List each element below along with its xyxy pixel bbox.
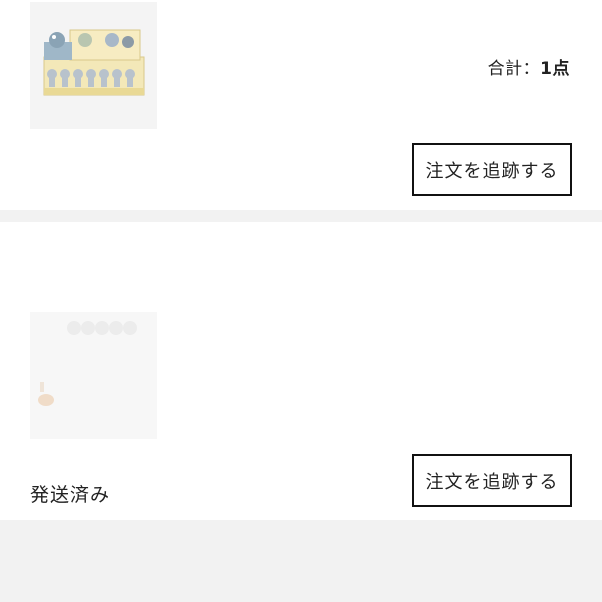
product-box-image-icon	[30, 2, 157, 129]
track-order-button[interactable]: 注文を追跡する	[412, 143, 572, 196]
total-count: 1点	[540, 59, 570, 79]
total-label: 合計：	[487, 59, 541, 79]
order-card: 合計：1点 注文を追跡する	[0, 0, 602, 210]
track-order-button[interactable]: 注文を追跡する	[412, 454, 572, 507]
order-total: 合計：1点	[488, 54, 570, 79]
product-thumbnail[interactable]	[30, 312, 157, 439]
order-status: 発送済み	[30, 484, 111, 506]
product-image-icon	[30, 312, 157, 439]
card-divider	[0, 210, 602, 222]
product-thumbnail[interactable]	[30, 2, 157, 129]
